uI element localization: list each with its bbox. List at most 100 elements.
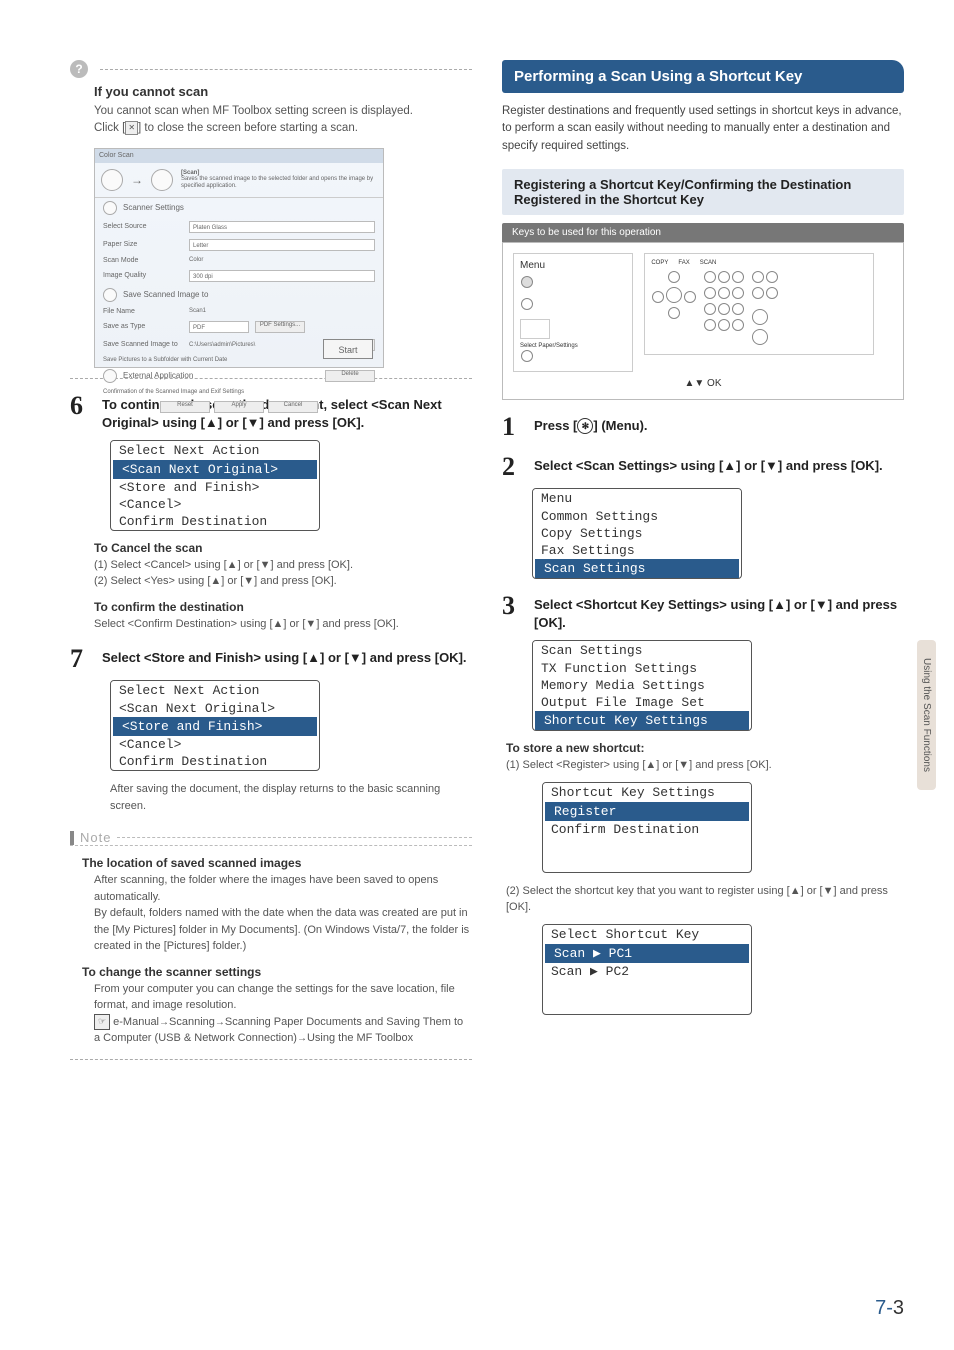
save-icon xyxy=(103,288,117,302)
apply-button[interactable]: Apply xyxy=(214,401,264,413)
key-hash xyxy=(732,319,744,331)
select-paper-label: Select Paper/Settings xyxy=(520,343,626,349)
step-3-text: Select <Shortcut Key Settings> using [▲]… xyxy=(534,593,904,632)
dash-separator xyxy=(70,1059,472,1060)
right-icon xyxy=(684,291,696,303)
left-icon xyxy=(652,291,664,303)
lcd-row-selected: Register xyxy=(545,802,749,821)
lcd-title: Scan Settings xyxy=(533,641,751,660)
nav-pad xyxy=(651,270,697,348)
save-to-label: Save Scanned Image to xyxy=(103,341,183,348)
lcd-title: Select Next Action xyxy=(111,441,319,460)
copy-tab: COPY xyxy=(651,260,668,266)
confirm-dest-line1: Select <Confirm Destination> using [▲] o… xyxy=(94,616,472,633)
step-number: 1 xyxy=(502,414,524,440)
key-0 xyxy=(718,319,730,331)
keys-panel: Menu Select Paper/Settings COPY FAX SCAN xyxy=(502,242,904,400)
menu-key-diagram: Menu Select Paper/Settings xyxy=(513,253,633,372)
side-tab: Using the Scan Functions xyxy=(917,640,936,790)
menu-label: Menu xyxy=(520,260,626,271)
scanner-settings-label: Scanner Settings xyxy=(123,203,184,212)
select-source-field[interactable]: Platen Glass xyxy=(189,221,375,233)
step-number: 3 xyxy=(502,593,524,619)
lcd-row: Memory Media Settings xyxy=(533,677,751,694)
app-icon xyxy=(103,369,117,383)
key-icon xyxy=(752,271,764,283)
lcd-row: Common Settings xyxy=(533,508,741,525)
cancel-button[interactable]: Cancel xyxy=(268,401,318,413)
arrow-icon: → xyxy=(131,173,143,187)
dash-separator xyxy=(100,69,472,70)
if-cannot-scan-line1: You cannot scan when MF Toolbox setting … xyxy=(94,103,472,120)
sub-section-bar: Registering a Shortcut Key/Confirming th… xyxy=(502,169,904,215)
scan-mode-label: Scan Mode xyxy=(103,257,183,264)
lcd-row: <Cancel> xyxy=(111,736,319,753)
key-5 xyxy=(718,287,730,299)
lcd-row-selected: Scan Settings xyxy=(535,559,739,578)
step-number: 6 xyxy=(70,393,92,419)
lcd-row: <Store and Finish> xyxy=(111,479,319,496)
step-number: 7 xyxy=(70,646,92,672)
store-shortcut-heading: To store a new shortcut: xyxy=(506,741,904,755)
delete-button[interactable]: Delete xyxy=(325,370,375,382)
confirm-dest-heading: To confirm the destination xyxy=(94,600,472,614)
image-quality-field[interactable]: 300 dpi xyxy=(189,270,375,282)
step-1-text: Press [✻] (Menu). xyxy=(534,414,904,435)
key-star xyxy=(704,319,716,331)
info-block: ? If you cannot scan You cannot scan whe… xyxy=(70,60,472,138)
fax-tab: FAX xyxy=(678,260,689,266)
lcd-title: Select Next Action xyxy=(111,681,319,700)
ok-indicator: ▲▼ OK xyxy=(513,378,893,389)
save-type-field[interactable]: PDF xyxy=(189,321,249,333)
note-location-l1: After scanning, the folder where the ima… xyxy=(94,872,472,905)
lcd-row: TX Function Settings xyxy=(533,660,751,677)
store-shortcut-l1: (1) Select <Register> using [▲] or [▼] a… xyxy=(506,757,904,774)
lcd-mini-icon xyxy=(520,319,550,339)
right-column: Performing a Scan Using a Shortcut Key R… xyxy=(502,60,904,1310)
step-7-text: Select <Store and Finish> using [▲] or [… xyxy=(102,646,472,667)
lcd-store: Shortcut Key Settings Register Confirm D… xyxy=(542,782,752,873)
if-cannot-scan-line2: Click [✕] to close the screen before sta… xyxy=(94,120,472,137)
lcd-step7: Select Next Action <Scan Next Original> … xyxy=(110,680,320,771)
lcd-row-empty xyxy=(543,980,751,997)
keys-panel-wrapper: Keys to be used for this operation Menu … xyxy=(502,223,904,400)
lcd-row: <Cancel> xyxy=(111,496,319,513)
key-7 xyxy=(704,303,716,315)
pdf-settings-button[interactable]: PDF Settings... xyxy=(255,321,305,333)
paper-size-field[interactable]: Letter xyxy=(189,239,375,251)
lcd-row-empty xyxy=(543,997,751,1014)
section-intro: Register destinations and frequently use… xyxy=(502,103,904,155)
external-app-label: External Application xyxy=(123,371,193,380)
help-icon: ? xyxy=(70,60,88,78)
note-location-l2: By default, folders named with the date … xyxy=(94,905,472,955)
page-number: 7-3 xyxy=(875,1297,904,1320)
keys-used-label: Keys to be used for this operation xyxy=(502,223,904,242)
lcd-step2: Menu Common Settings Copy Settings Fax S… xyxy=(532,488,742,579)
note-change-ref: ☞ e-Manual→Scanning→Scanning Paper Docum… xyxy=(94,1014,472,1047)
note-change-heading: To change the scanner settings xyxy=(82,965,472,979)
start-key-icon xyxy=(752,329,768,345)
lcd-row: Scan ▶ PC2 xyxy=(543,963,751,980)
lcd-row: <Scan Next Original> xyxy=(111,700,319,717)
if-cannot-scan-heading: If you cannot scan xyxy=(94,84,472,99)
key-icon xyxy=(521,350,533,362)
key-icon xyxy=(766,287,778,299)
key-9 xyxy=(732,303,744,315)
step-number: 2 xyxy=(502,454,524,480)
lcd-select-shortcut: Select Shortcut Key Scan ▶ PC1 Scan ▶ PC… xyxy=(542,924,752,1015)
stop-key-icon xyxy=(752,309,768,325)
down-icon xyxy=(668,307,680,319)
start-button[interactable]: Start xyxy=(323,339,373,359)
scan-desc: Saves the scanned image to the selected … xyxy=(181,176,373,189)
reset-button[interactable]: Reset xyxy=(160,401,210,413)
lcd-title: Shortcut Key Settings xyxy=(543,783,751,802)
lcd-row: Confirm Destination xyxy=(111,513,319,530)
key-3 xyxy=(732,271,744,283)
save-images-label: Save Scanned Image to xyxy=(123,290,208,299)
paper-size-label: Paper Size xyxy=(103,241,183,248)
ok-button-icon xyxy=(666,287,682,303)
lcd-step6: Select Next Action <Scan Next Original> … xyxy=(110,440,320,531)
key-8 xyxy=(718,303,730,315)
left-column: ? If you cannot scan You cannot scan whe… xyxy=(50,60,472,1310)
manual-icon: ☞ xyxy=(94,1014,110,1030)
